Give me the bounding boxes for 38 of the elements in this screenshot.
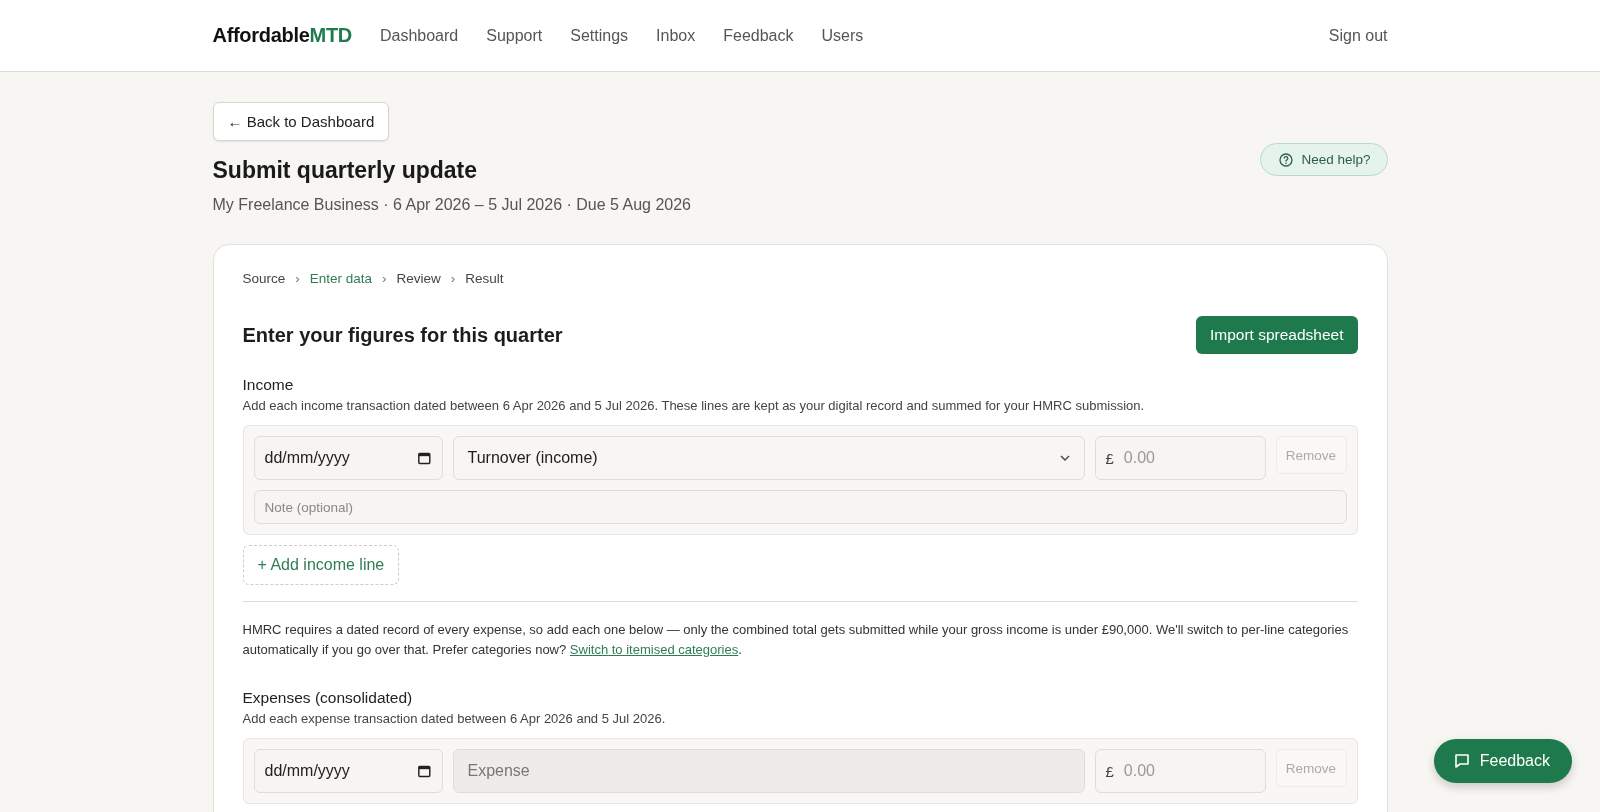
breadcrumb-separator: ›	[295, 271, 300, 286]
breadcrumb-step[interactable]: Result	[465, 271, 504, 286]
nav-link[interactable]: Settings	[570, 26, 629, 45]
expense-notice: HMRC requires a dated record of every expense, so add each one below — only the combined total gets submitted while your gross income is under £90,000. We'll switch to per-line categories automatically if you go over that. Prefer categories now? Switch to itemised categories.	[242, 621, 1350, 659]
section-title: Enter your figures for this quarter	[242, 323, 563, 347]
breadcrumb-separator: ›	[382, 271, 387, 286]
nav-link[interactable]: Support	[486, 26, 543, 45]
chat-icon	[1453, 753, 1470, 769]
nav-link[interactable]: Dashboard	[379, 26, 459, 45]
help-button[interactable]: Need help?	[1260, 143, 1388, 176]
chevron-down-icon	[1059, 455, 1070, 461]
page-title: Submit quarterly update	[212, 157, 479, 184]
back-button[interactable]: ← Back to Dashboard	[212, 102, 390, 141]
income-description: Add each income transaction dated between 6 Apr 2026 and 5 Jul 2026. These lines are kept as your digital record and summed for your HMRC submission.	[242, 398, 1146, 413]
help-icon	[1279, 152, 1294, 167]
amount-field[interactable]: £ 0.00	[1094, 436, 1266, 480]
amount-field[interactable]: £ 0.00	[1094, 749, 1266, 793]
date-field[interactable]: dd/mm/yyyy	[253, 436, 443, 480]
feedback-button[interactable]: Feedback	[1433, 739, 1572, 783]
breadcrumb-step[interactable]: Review	[396, 271, 441, 286]
import-spreadsheet-button[interactable]: Import spreadsheet	[1195, 316, 1358, 354]
page-subtitle: My Freelance Business · 6 Apr 2026 – 5 Jul 2026 · Due 5 Aug 2026	[212, 196, 691, 214]
add-income-line-button[interactable]: + Add income line	[242, 545, 400, 585]
sign-out-link[interactable]: Sign out	[1328, 26, 1388, 45]
nav-link[interactable]: Feedback	[723, 26, 794, 45]
income-heading: Income	[242, 376, 295, 394]
expenses-heading: Expenses (consolidated)	[242, 689, 414, 707]
nav-link[interactable]: Users	[821, 26, 864, 45]
breadcrumb-step[interactable]: Enter data	[309, 271, 373, 286]
breadcrumb-step[interactable]: Source	[242, 271, 286, 286]
calendar-icon	[416, 763, 432, 779]
nav-link[interactable]: Inbox	[656, 26, 696, 45]
breadcrumb-separator: ›	[450, 271, 456, 286]
date-field[interactable]: dd/mm/yyyy	[253, 749, 443, 793]
calendar-icon	[416, 450, 432, 466]
expenses-description: Add each expense transaction dated between 6 Apr 2026 and 5 Jul 2026.	[242, 711, 667, 726]
category-select[interactable]: Turnover (income)	[452, 436, 1085, 480]
logo[interactable]: AffordableMTD	[212, 24, 352, 47]
